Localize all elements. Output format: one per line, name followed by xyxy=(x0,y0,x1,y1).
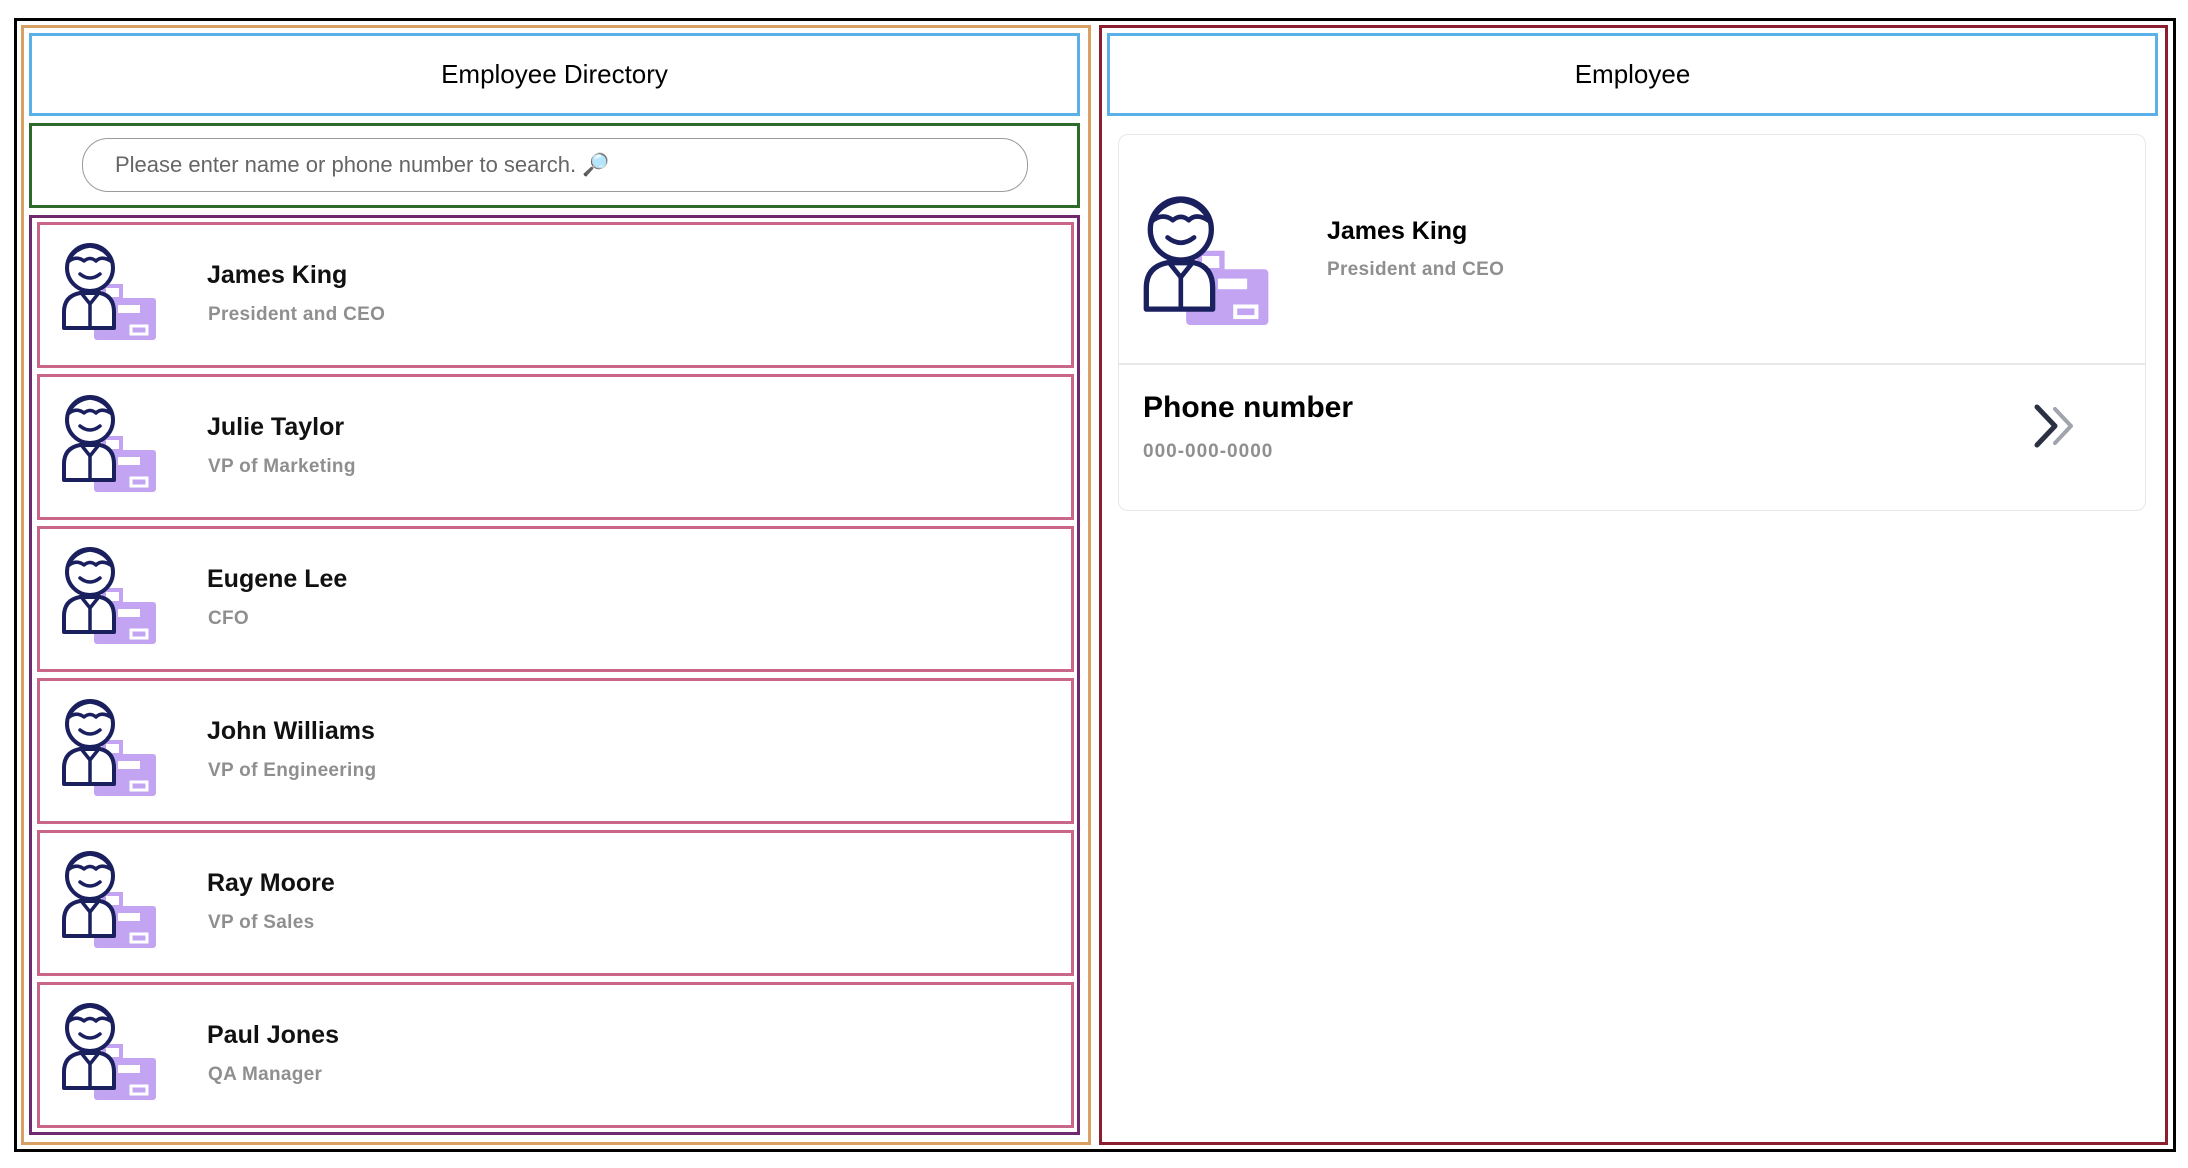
employee-avatar-icon xyxy=(60,1002,164,1106)
employee-detail-card: James King President and CEO Phone numbe… xyxy=(1118,134,2146,511)
list-item[interactable]: John Williams VP of Engineering xyxy=(37,678,1074,824)
list-item[interactable]: Ray Moore VP of Sales xyxy=(37,830,1074,976)
employee-name: John Williams xyxy=(207,717,375,745)
search-input[interactable] xyxy=(82,138,1028,192)
divider xyxy=(1119,363,2145,365)
employee-avatar-icon xyxy=(60,242,164,346)
employee-title: President and CEO xyxy=(208,304,386,325)
employee-title: VP of Engineering xyxy=(208,760,377,781)
detail-name: James King xyxy=(1327,217,1468,245)
employee-title: VP of Marketing xyxy=(208,456,356,477)
list-item[interactable]: Julie Taylor VP of Marketing xyxy=(37,374,1074,520)
list-item[interactable]: James King President and CEO xyxy=(37,222,1074,368)
list-item[interactable]: Eugene Lee CFO xyxy=(37,526,1074,672)
employee-title: VP of Sales xyxy=(208,912,315,933)
employee-header: Employee xyxy=(1107,33,2158,116)
employee-name: Eugene Lee xyxy=(207,565,348,593)
employee-name: Julie Taylor xyxy=(207,413,345,441)
employee-avatar-icon xyxy=(60,698,164,802)
employee-title: QA Manager xyxy=(208,1064,323,1085)
detail-title: President and CEO xyxy=(1327,259,1505,280)
double-chevron-right-icon[interactable] xyxy=(2031,403,2081,449)
employee-name: Paul Jones xyxy=(207,1021,339,1049)
employee-avatar-icon xyxy=(60,546,164,650)
employee-name: James King xyxy=(207,261,348,289)
employee-header-title: Employee xyxy=(1574,59,1691,89)
employee-name: Ray Moore xyxy=(207,869,335,897)
employee-avatar-icon xyxy=(60,394,164,498)
search-bar xyxy=(29,123,1080,208)
directory-title: Employee Directory xyxy=(441,59,668,89)
phone-number-label: Phone number xyxy=(1143,391,1354,424)
employee-avatar-icon xyxy=(60,850,164,954)
directory-header: Employee Directory xyxy=(29,33,1080,116)
employee-title: CFO xyxy=(208,608,250,629)
list-item[interactable]: Paul Jones QA Manager xyxy=(37,982,1074,1128)
phone-number-value: 000-000-0000 xyxy=(1143,441,1274,462)
employee-avatar-icon xyxy=(1141,195,1279,333)
